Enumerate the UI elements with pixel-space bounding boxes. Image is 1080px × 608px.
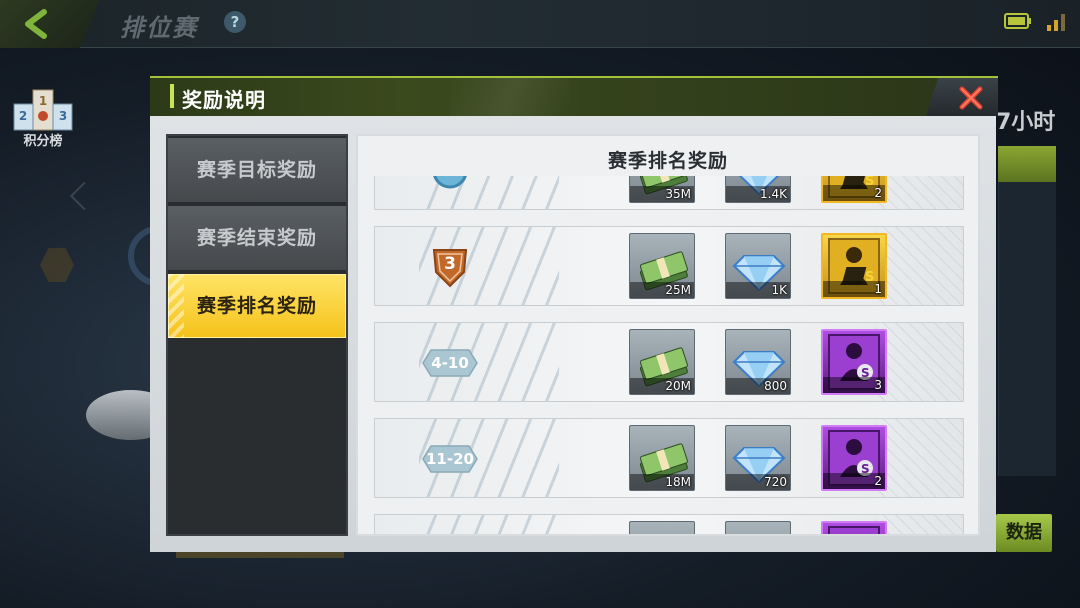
player-card-icon bbox=[828, 526, 880, 534]
reward-item-player-card[interactable]: S 3 bbox=[821, 329, 887, 395]
back-arrow-icon bbox=[25, 9, 47, 39]
reward-quantity: 800 bbox=[764, 379, 787, 393]
rank-badge: 3 bbox=[419, 244, 481, 290]
row-decoration bbox=[875, 419, 963, 497]
podium-icon: 1 2 3 bbox=[13, 89, 73, 131]
data-button[interactable]: 数据 bbox=[996, 514, 1052, 552]
leaderboard-button[interactable]: 1 2 3 积分榜 bbox=[12, 88, 74, 150]
reward-item-player-card[interactable] bbox=[821, 521, 887, 534]
reward-quantity: 2 bbox=[874, 186, 882, 200]
rank-label: 11-20 bbox=[426, 450, 474, 468]
help-icon[interactable]: ? bbox=[224, 11, 246, 33]
diamond-icon bbox=[726, 522, 792, 534]
reward-quantity: 3 bbox=[874, 378, 882, 392]
reward-item-cash[interactable]: 18M bbox=[629, 425, 695, 491]
tab-season-end-rewards[interactable]: 赛季结束奖励 bbox=[168, 206, 346, 270]
rank-badge bbox=[419, 176, 481, 194]
back-button[interactable] bbox=[0, 0, 100, 48]
cash-icon bbox=[630, 522, 696, 534]
podium-second: 2 bbox=[19, 109, 27, 123]
podium-first: 1 bbox=[39, 94, 47, 108]
reward-quantity: 720 bbox=[764, 475, 787, 489]
top-bar: 排位赛 ? bbox=[0, 0, 1080, 48]
reward-quantity: 1 bbox=[874, 282, 882, 296]
reward-item-diamond[interactable]: 720 bbox=[725, 425, 791, 491]
reward-row: 35M 1.4K S 2 bbox=[374, 176, 964, 210]
tab-season-ranking-rewards[interactable]: 赛季排名奖励 bbox=[168, 274, 346, 338]
row-decoration bbox=[875, 323, 963, 401]
rank-badge: 11-20 bbox=[419, 436, 481, 482]
row-decoration bbox=[875, 515, 963, 534]
reward-item-diamond[interactable] bbox=[725, 521, 791, 534]
bg-decoration-hex bbox=[40, 248, 74, 282]
bg-green-bar bbox=[998, 146, 1056, 182]
rank-badge: 4-10 bbox=[419, 340, 481, 386]
reward-quantity: 1K bbox=[771, 283, 787, 297]
close-icon bbox=[959, 86, 983, 110]
reward-list[interactable]: 35M 1.4K S 2 3 25M 1K S 1 4-10 20M 800 S… bbox=[374, 176, 966, 534]
rank-medal-icon bbox=[433, 176, 467, 189]
reward-row: 11-20 18M 720 S 2 bbox=[374, 418, 964, 498]
bg-decoration-arrow bbox=[69, 181, 99, 211]
reward-item-diamond[interactable]: 800 bbox=[725, 329, 791, 395]
battery-icon bbox=[1004, 13, 1031, 29]
row-decoration bbox=[875, 176, 963, 209]
reward-quantity: 35M bbox=[665, 187, 691, 201]
reward-item-cash[interactable] bbox=[629, 521, 695, 534]
tab-season-goal-rewards[interactable]: 赛季目标奖励 bbox=[168, 138, 346, 202]
reward-row bbox=[374, 514, 964, 534]
reward-row: 4-10 20M 800 S 3 bbox=[374, 322, 964, 402]
content-title: 赛季排名奖励 bbox=[607, 150, 728, 172]
page-title: 排位赛 bbox=[120, 14, 198, 42]
reward-quantity: 20M bbox=[665, 379, 691, 393]
leaderboard-label: 积分榜 bbox=[23, 134, 63, 149]
reward-quantity: 2 bbox=[874, 474, 882, 488]
reward-quantity: 1.4K bbox=[760, 187, 787, 201]
reward-item-player-card[interactable]: S 2 bbox=[821, 425, 887, 491]
reward-item-cash[interactable]: 35M bbox=[629, 176, 695, 203]
rank-label: 4-10 bbox=[431, 354, 469, 372]
bg-timer-text: 7小时 bbox=[996, 110, 1056, 135]
header-accent bbox=[170, 84, 174, 108]
reward-item-diamond[interactable]: 1.4K bbox=[725, 176, 791, 203]
reward-item-cash[interactable]: 25M bbox=[629, 233, 695, 299]
signal-icon bbox=[1047, 14, 1065, 31]
reward-item-cash[interactable]: 20M bbox=[629, 329, 695, 395]
modal-title: 奖励说明 bbox=[182, 88, 266, 112]
reward-row: 3 25M 1K S 1 bbox=[374, 226, 964, 306]
bg-side-panel bbox=[998, 182, 1056, 476]
reward-item-diamond[interactable]: 1K bbox=[725, 233, 791, 299]
reward-quantity: 25M bbox=[665, 283, 691, 297]
reward-quantity: 18M bbox=[665, 475, 691, 489]
modal-header bbox=[150, 76, 996, 116]
row-decoration bbox=[875, 227, 963, 305]
reward-item-player-card[interactable]: S 2 bbox=[821, 176, 887, 203]
podium-third: 3 bbox=[59, 109, 67, 123]
content-panel: 赛季排名奖励 35M 1.4K S 2 3 25M 1K S 1 4-10 20… bbox=[356, 134, 980, 536]
rank-label: 3 bbox=[444, 254, 456, 274]
row-decoration bbox=[419, 515, 559, 534]
reward-item-player-card[interactable]: S 1 bbox=[821, 233, 887, 299]
